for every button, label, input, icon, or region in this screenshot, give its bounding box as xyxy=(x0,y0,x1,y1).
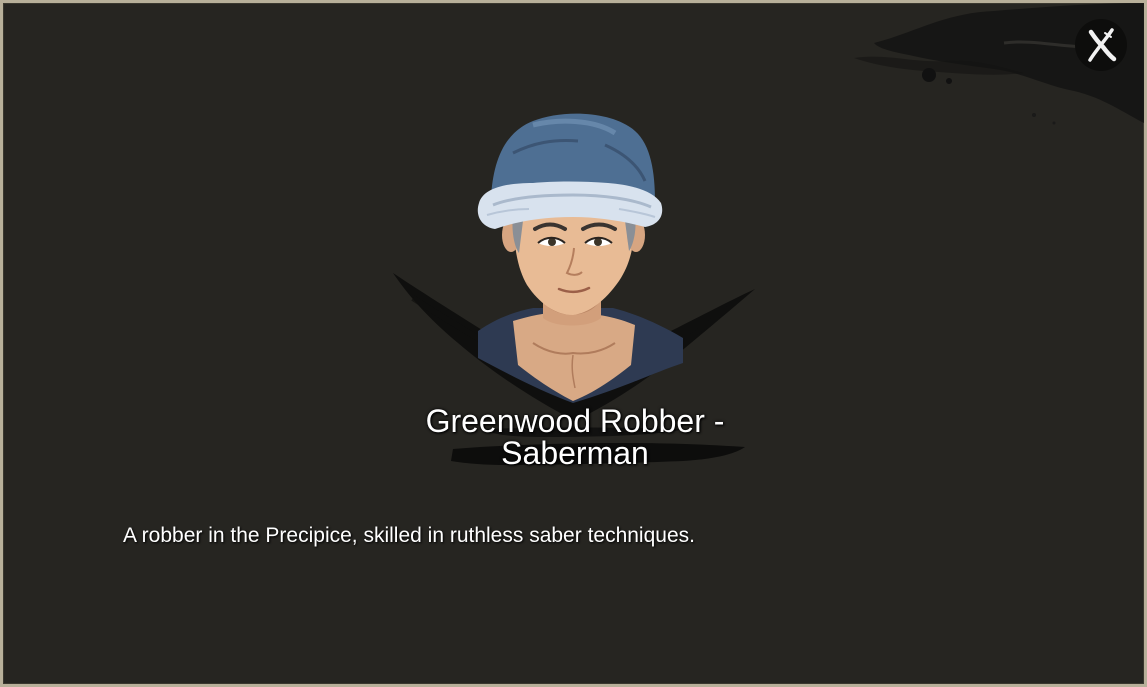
close-button[interactable] xyxy=(1075,19,1127,71)
character-name: Greenwood Robber - Saberman xyxy=(425,403,725,471)
character-name-plate: Greenwood Robber - Saberman xyxy=(383,399,767,479)
character-portrait-saberman xyxy=(393,113,755,421)
close-x-icon xyxy=(1088,28,1117,62)
character-description: A robber in the Precipice, skilled in ru… xyxy=(123,524,695,547)
character-info-dialog: Greenwood Robber - Saberman A robber in … xyxy=(0,0,1147,687)
